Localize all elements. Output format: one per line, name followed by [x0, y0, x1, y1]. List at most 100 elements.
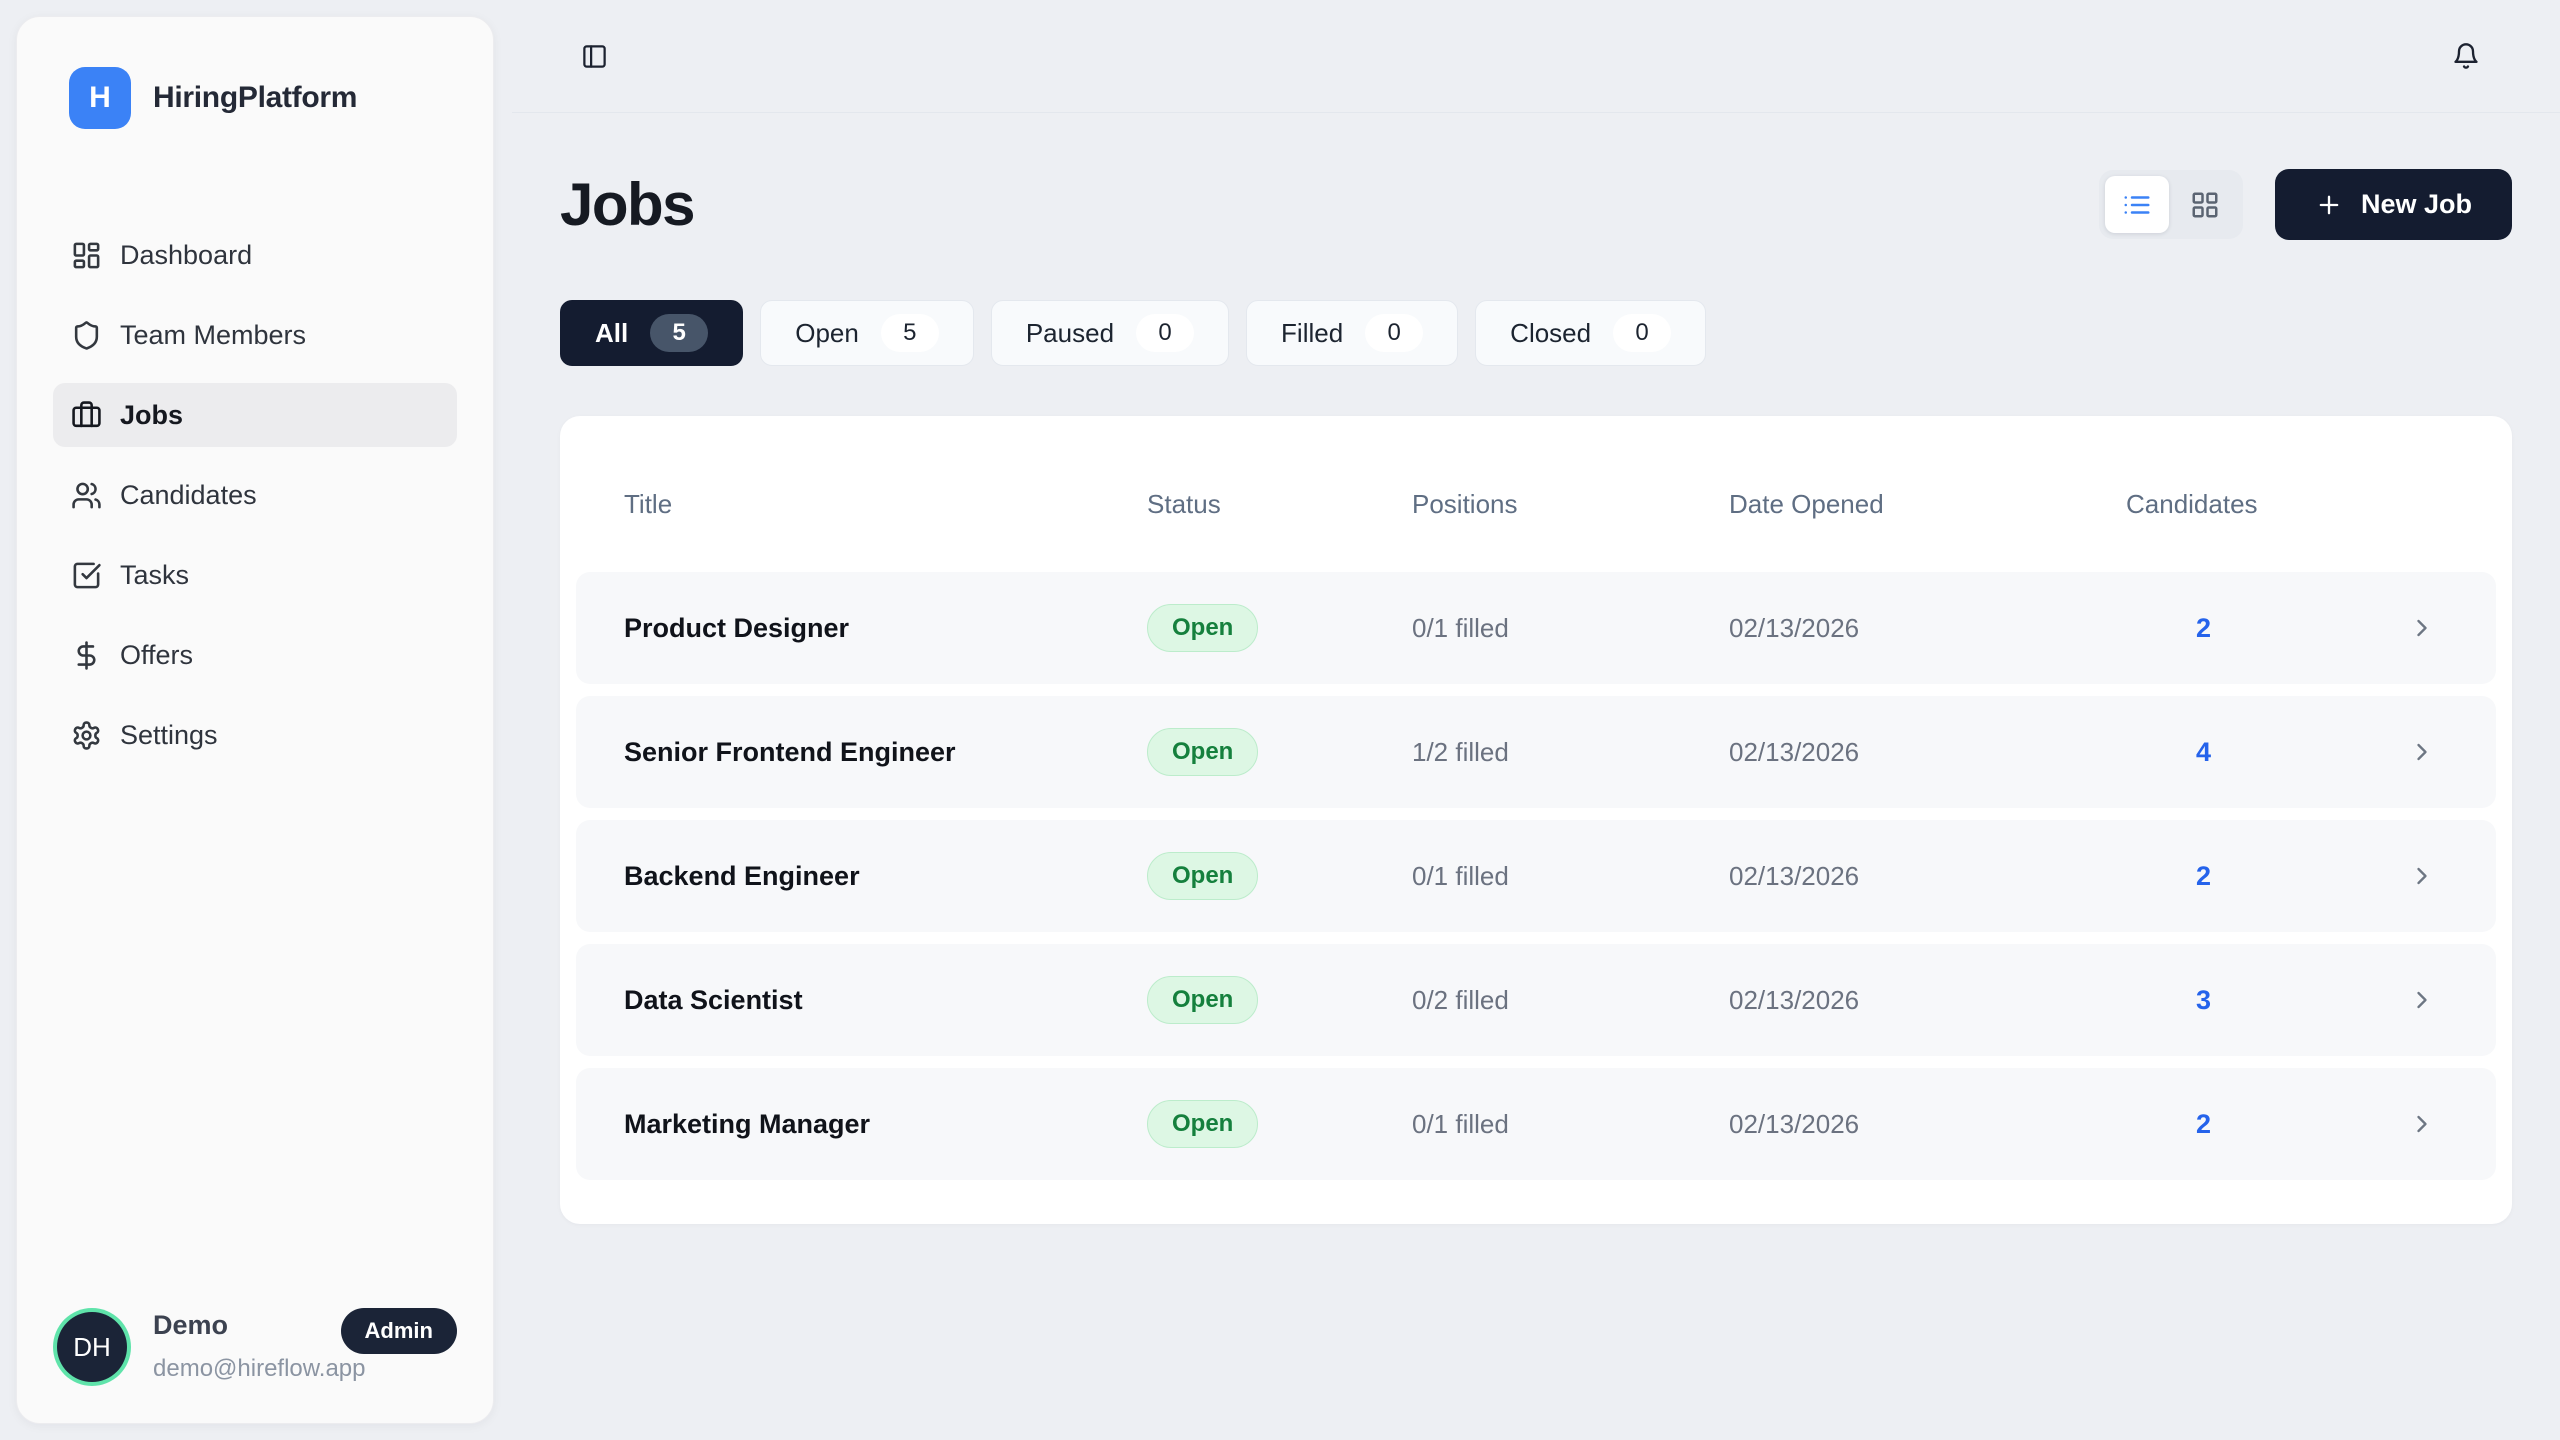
filter-filled[interactable]: Filled 0 — [1246, 300, 1458, 366]
table-row[interactable]: Product Designer Open 0/1 filled 02/13/2… — [576, 572, 2496, 684]
sidebar-item-candidates[interactable]: Candidates — [53, 463, 457, 527]
job-title: Backend Engineer — [624, 861, 1147, 892]
filter-paused[interactable]: Paused 0 — [991, 300, 1229, 366]
table-row[interactable]: Data Scientist Open 0/2 filled 02/13/202… — [576, 944, 2496, 1056]
filter-all[interactable]: All 5 — [560, 300, 743, 366]
new-job-button[interactable]: New Job — [2275, 169, 2512, 240]
job-title: Data Scientist — [624, 985, 1147, 1016]
users-icon — [71, 480, 102, 511]
user-info: Demo demo@hireflow.app — [153, 1308, 315, 1383]
candidates-count[interactable]: 3 — [2126, 985, 2281, 1016]
sidebar-item-label: Candidates — [120, 480, 257, 511]
status-filters: All 5 Open 5 Paused 0 Filled 0 Closed — [560, 300, 2512, 366]
logo-letter: H — [89, 81, 111, 115]
filter-count: 0 — [1136, 314, 1194, 352]
sidebar-item-label: Team Members — [120, 320, 306, 351]
date-opened-cell: 02/13/2026 — [1729, 737, 2126, 768]
sidebar-item-label: Settings — [120, 720, 218, 751]
sidebar-item-label: Jobs — [120, 400, 183, 431]
avatar-initials: DH — [73, 1332, 111, 1363]
status-badge: Open — [1147, 604, 1258, 652]
filter-label: Paused — [1026, 318, 1114, 349]
topbar — [512, 0, 2560, 113]
sidebar-item-dashboard[interactable]: Dashboard — [53, 223, 457, 287]
sidebar-item-settings[interactable]: Settings — [53, 703, 457, 767]
positions-cell: 0/1 filled — [1412, 1109, 1729, 1140]
filter-label: All — [595, 318, 628, 349]
sidebar-item-label: Offers — [120, 640, 193, 671]
grid-view-button[interactable] — [2173, 176, 2237, 233]
panel-left-icon — [581, 43, 608, 70]
candidates-count[interactable]: 2 — [2126, 613, 2281, 644]
filter-open[interactable]: Open 5 — [760, 300, 974, 366]
header-actions: New Job — [2099, 169, 2512, 240]
user-name: Demo — [153, 1310, 315, 1341]
new-job-label: New Job — [2361, 189, 2472, 220]
list-icon — [2122, 190, 2152, 220]
column-candidates: Candidates — [2126, 489, 2281, 520]
gear-icon — [71, 720, 102, 751]
table-header: Title Status Positions Date Opened Candi… — [576, 456, 2496, 552]
table-row[interactable]: Senior Frontend Engineer Open 1/2 filled… — [576, 696, 2496, 808]
jobs-table: Title Status Positions Date Opened Candi… — [560, 416, 2512, 1224]
column-date-opened: Date Opened — [1729, 489, 2126, 520]
filter-label: Open — [795, 318, 859, 349]
status-badge: Open — [1147, 728, 1258, 776]
sidebar-toggle-button[interactable] — [575, 37, 614, 76]
app-root: H HiringPlatform Dashboard Team Members — [0, 0, 2560, 1440]
positions-cell: 1/2 filled — [1412, 737, 1729, 768]
table-row[interactable]: Marketing Manager Open 0/1 filled 02/13/… — [576, 1068, 2496, 1180]
page-title: Jobs — [560, 170, 694, 239]
app-name: HiringPlatform — [153, 81, 357, 115]
candidates-count[interactable]: 2 — [2126, 861, 2281, 892]
chevron-right-icon[interactable] — [2408, 862, 2436, 890]
brand: H HiringPlatform — [53, 67, 457, 129]
filter-label: Filled — [1281, 318, 1343, 349]
page-header: Jobs — [560, 169, 2512, 240]
positions-cell: 0/2 filled — [1412, 985, 1729, 1016]
chevron-right-icon[interactable] — [2408, 614, 2436, 642]
column-title: Title — [624, 489, 1147, 520]
list-view-button[interactable] — [2105, 176, 2169, 233]
user-profile[interactable]: DH Demo demo@hireflow.app Admin — [53, 1308, 457, 1383]
avatar: DH — [57, 1312, 127, 1382]
date-opened-cell: 02/13/2026 — [1729, 613, 2126, 644]
view-toggle — [2099, 170, 2243, 239]
notifications-button[interactable] — [2446, 36, 2486, 76]
column-status: Status — [1147, 489, 1412, 520]
positions-cell: 0/1 filled — [1412, 613, 1729, 644]
filter-count: 0 — [1613, 314, 1671, 352]
chevron-right-icon[interactable] — [2408, 986, 2436, 1014]
sidebar-nav: Dashboard Team Members Jobs Candidates — [53, 223, 457, 767]
candidates-count[interactable]: 4 — [2126, 737, 2281, 768]
dashboard-icon — [71, 240, 102, 271]
column-positions: Positions — [1412, 489, 1729, 520]
chevron-right-icon[interactable] — [2408, 738, 2436, 766]
date-opened-cell: 02/13/2026 — [1729, 861, 2126, 892]
table-row[interactable]: Backend Engineer Open 0/1 filled 02/13/2… — [576, 820, 2496, 932]
sidebar-item-tasks[interactable]: Tasks — [53, 543, 457, 607]
status-badge: Open — [1147, 852, 1258, 900]
jobs-page: Jobs — [494, 113, 2560, 1224]
date-opened-cell: 02/13/2026 — [1729, 985, 2126, 1016]
job-title: Product Designer — [624, 613, 1147, 644]
sidebar-item-label: Dashboard — [120, 240, 252, 271]
sidebar-item-team-members[interactable]: Team Members — [53, 303, 457, 367]
bell-icon — [2452, 42, 2480, 70]
filter-count: 5 — [650, 314, 708, 352]
job-title: Marketing Manager — [624, 1109, 1147, 1140]
status-badge: Open — [1147, 1100, 1258, 1148]
filter-closed[interactable]: Closed 0 — [1475, 300, 1706, 366]
main-area: Jobs — [494, 0, 2560, 1440]
sidebar-item-offers[interactable]: Offers — [53, 623, 457, 687]
date-opened-cell: 02/13/2026 — [1729, 1109, 2126, 1140]
chevron-right-icon[interactable] — [2408, 1110, 2436, 1138]
sidebar: H HiringPlatform Dashboard Team Members — [16, 16, 494, 1424]
sidebar-item-label: Tasks — [120, 560, 189, 591]
sidebar-item-jobs[interactable]: Jobs — [53, 383, 457, 447]
dollar-icon — [71, 640, 102, 671]
user-email: demo@hireflow.app — [153, 1355, 315, 1383]
filter-label: Closed — [1510, 318, 1591, 349]
app-logo: H — [69, 67, 131, 129]
candidates-count[interactable]: 2 — [2126, 1109, 2281, 1140]
